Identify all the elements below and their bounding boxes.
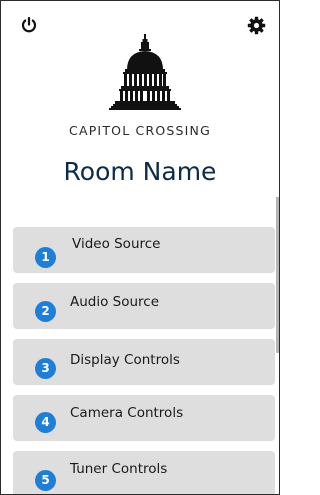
power-icon xyxy=(21,16,37,33)
capitol-dome-icon xyxy=(109,34,181,110)
number-badge: 5 xyxy=(35,470,56,491)
gear-icon xyxy=(247,16,266,35)
number-badge: 1 xyxy=(35,247,56,268)
menu-item-display-controls[interactable]: 3 Display Controls xyxy=(13,339,275,385)
menu-item-label: Video Source xyxy=(72,236,161,252)
brand-name: CAPITOL CROSSING xyxy=(69,123,211,138)
menu-item-tuner-controls[interactable]: 5 Tuner Controls xyxy=(13,451,275,494)
app-window: CAPITOL CROSSING Room Name 1 Video Sourc… xyxy=(0,0,280,495)
menu-item-video-source[interactable]: 1 Video Source xyxy=(13,227,275,273)
room-name-title: Room Name xyxy=(63,157,217,186)
number-badge: 2 xyxy=(35,301,56,322)
menu-item-label: Audio Source xyxy=(70,294,160,310)
menu-item-audio-source[interactable]: 2 Audio Source xyxy=(13,283,275,329)
menu-list: 1 Video Source 2 Audio Source 3 Display … xyxy=(1,219,279,494)
menu-item-label: Tuner Controls xyxy=(70,461,168,477)
settings-button[interactable] xyxy=(247,16,266,35)
scrollbar[interactable] xyxy=(276,197,279,353)
menu-item-camera-controls[interactable]: 4 Camera Controls xyxy=(13,395,275,441)
power-button[interactable] xyxy=(20,16,38,34)
number-badge: 4 xyxy=(35,412,56,433)
capitol-logo xyxy=(105,34,185,126)
menu-item-label: Camera Controls xyxy=(70,405,184,421)
menu-item-label: Display Controls xyxy=(70,352,180,368)
number-badge: 3 xyxy=(35,358,56,379)
